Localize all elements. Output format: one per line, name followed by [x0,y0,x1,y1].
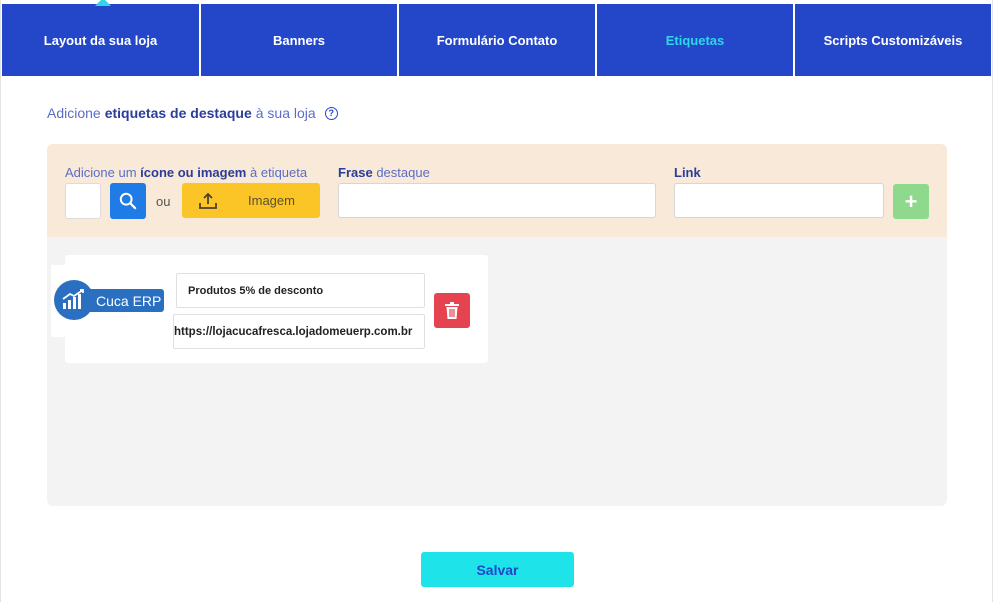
icon-label-suffix: à etiqueta [250,165,308,180]
tab-label: Formulário Contato [436,32,558,48]
intro-suffix: à sua loja [255,105,316,121]
upload-image-label: Imagem [248,193,295,208]
tab-scripts-customizaveis[interactable]: Scripts Customizáveis [795,4,991,76]
phrase-label-bold: Frase [338,165,373,180]
tab-bar: Layout da sua loja Banners Formulário Co… [2,0,991,76]
logo-text: Cuca ERP [84,289,164,312]
search-icon-button[interactable] [110,183,146,219]
link-label-text: Link [674,165,701,180]
plus-icon: + [904,188,918,214]
labels-panel: Adicione um ícone ou imagem à etiqueta F… [47,144,947,506]
tab-formulario-contato[interactable]: Formulário Contato [399,4,595,76]
add-label-button[interactable]: + [893,184,929,219]
label-card: Cuca ERP Produtos 5% de desconto https:/… [51,255,488,363]
trash-icon [445,302,459,319]
question-circle-icon[interactable]: ? [324,106,338,120]
link-label: Link [674,165,701,180]
icon-label-bold: ícone ou imagem [140,165,247,180]
search-icon [119,192,137,210]
phrase-label: Frase destaque [338,165,430,180]
phrase-input[interactable] [338,183,656,218]
upload-image-button[interactable]: Imagem [182,183,320,218]
icon-label: Adicione um ícone ou imagem à etiqueta [65,165,307,180]
icon-label-prefix: Adicione um [65,165,137,180]
intro-bold: etiquetas de destaque [104,105,252,121]
tab-label: Banners [272,32,326,48]
tab-etiquetas[interactable]: Etiquetas [597,4,793,76]
add-label-form: Adicione um ícone ou imagem à etiqueta F… [47,144,947,237]
tab-label: Layout da sua loja [43,32,158,48]
tab-banners[interactable]: Banners [201,4,397,76]
tab-layout[interactable]: Layout da sua loja [2,0,199,76]
intro-prefix: Adicione [47,105,101,121]
label-logo-image: Cuca ERP [54,276,184,324]
section-intro: Adicione etiquetas de destaque à sua loj… [47,105,338,121]
icon-preview-box[interactable] [65,183,101,219]
active-caret [95,0,111,6]
label-link-field[interactable]: https://lojacucafresca.lojadomeuerp.com.… [173,314,425,349]
label-phrase-field[interactable]: Produtos 5% de desconto [176,273,425,308]
save-button[interactable]: Salvar [421,552,574,587]
or-text: ou [156,194,171,209]
tab-label: Etiquetas [665,32,725,48]
phrase-label-suffix: destaque [376,165,430,180]
delete-label-button[interactable] [434,293,470,328]
tab-label: Scripts Customizáveis [823,32,963,48]
link-input[interactable] [674,183,884,218]
upload-icon [199,192,217,209]
